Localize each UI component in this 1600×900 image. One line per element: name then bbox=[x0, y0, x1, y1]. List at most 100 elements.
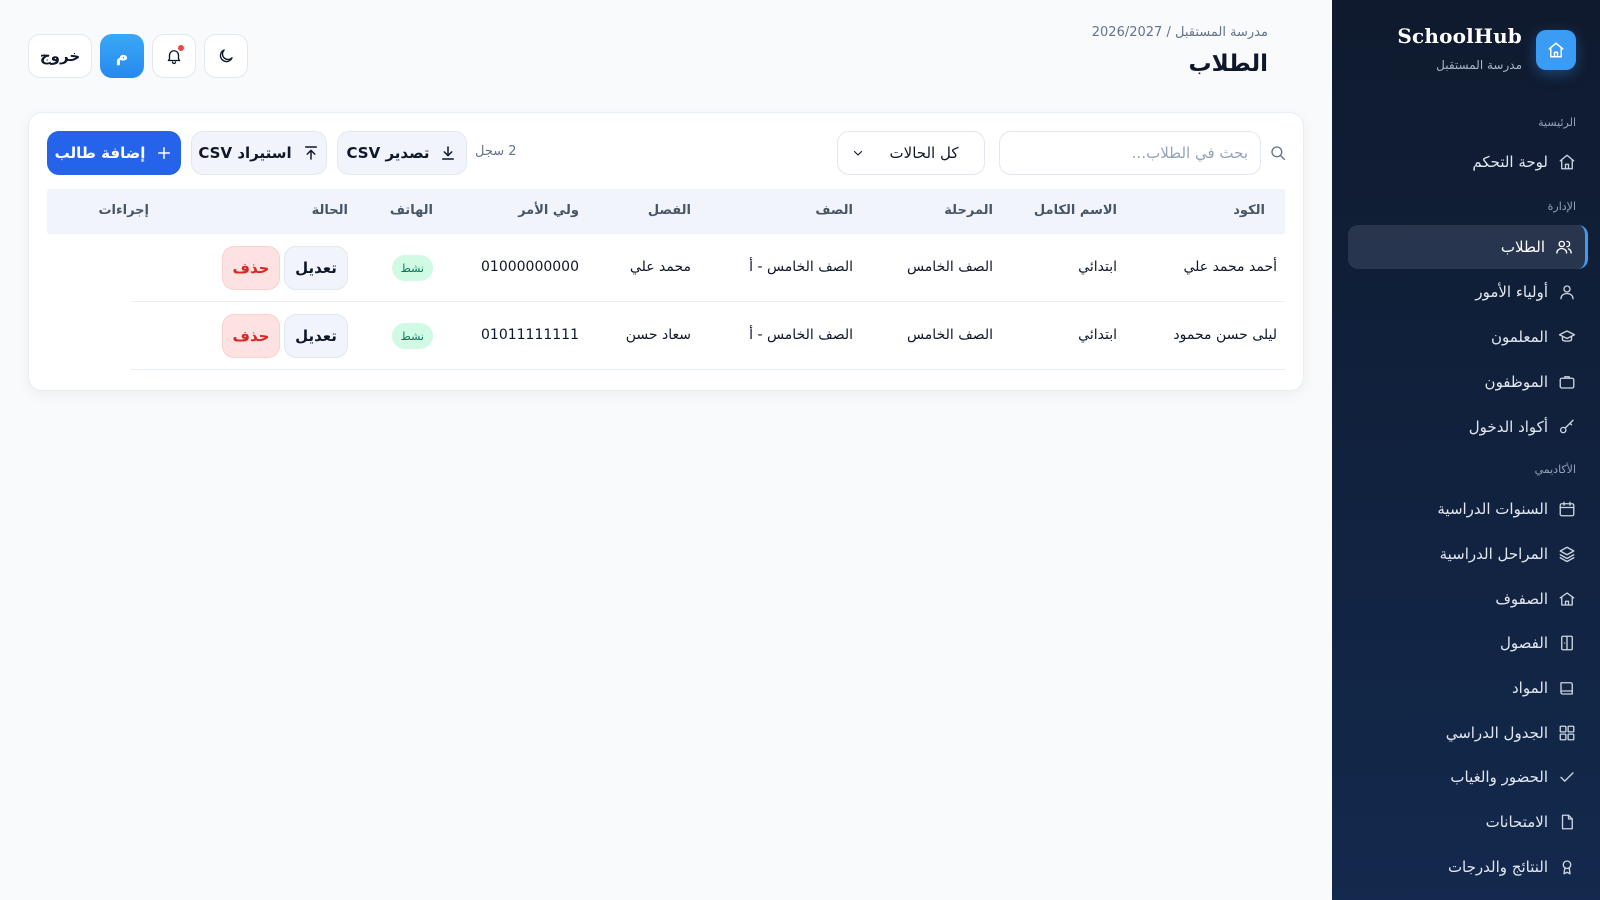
column-header-phone: الهاتف bbox=[389, 203, 433, 218]
sidebar-item-subjects[interactable]: المواد bbox=[1348, 666, 1588, 710]
column-header-grade: الصف bbox=[815, 203, 853, 218]
status-badge: نشط bbox=[391, 323, 433, 349]
students-card: كل الحالات 2 سجل تصدير CSV استيراد CSV إ… bbox=[28, 112, 1304, 391]
logout-button[interactable]: خروج bbox=[28, 34, 92, 78]
sidebar-item-label: الفصول bbox=[1500, 634, 1548, 652]
sidebar-item-label: الطلاب bbox=[1500, 238, 1545, 256]
sidebar-item-access-codes[interactable]: أكواد الدخول bbox=[1348, 405, 1588, 449]
table-row: ليلى حسن محمود ابتدائي الصف الخامس الصف … bbox=[131, 302, 1285, 370]
edit-button[interactable]: تعديل bbox=[284, 246, 348, 290]
student-phone: 01000000000 bbox=[481, 259, 579, 275]
sidebar-item-students[interactable]: الطلاب bbox=[1348, 225, 1588, 269]
sidebar-item-label: السنوات الدراسية bbox=[1437, 500, 1548, 518]
search-input[interactable] bbox=[999, 131, 1261, 175]
book-icon bbox=[1560, 682, 1573, 695]
table-header: الكود الاسم الكامل المرحلة الصف الفصل ول… bbox=[47, 189, 1285, 234]
chevron-down-icon bbox=[853, 150, 863, 156]
column-header-full-name: الاسم الكامل bbox=[1033, 203, 1117, 218]
notifications-button[interactable] bbox=[152, 34, 196, 78]
student-guardian: سعاد حسن bbox=[625, 327, 691, 343]
column-header-actions: إجراءات bbox=[98, 203, 149, 218]
sidebar-item-label: الصفوف bbox=[1495, 590, 1548, 608]
sidebar-item-attendance[interactable]: الحضور والغياب bbox=[1348, 755, 1588, 799]
student-guardian: محمد علي bbox=[629, 259, 691, 275]
sidebar-item-label: المراحل الدراسية bbox=[1439, 545, 1548, 563]
column-header-status: الحالة bbox=[311, 203, 348, 218]
brand-logo[interactable] bbox=[1536, 30, 1576, 70]
table-row: أحمد محمد علي ابتدائي الصف الخامس الصف ا… bbox=[131, 234, 1285, 302]
sidebar-item-grades[interactable]: الصفوف bbox=[1348, 577, 1588, 621]
home-icon bbox=[1548, 42, 1564, 58]
school-name: مدرسة المستقبل bbox=[1436, 58, 1522, 72]
student-grade: الصف الخامس bbox=[906, 259, 993, 275]
school-icon bbox=[1559, 592, 1575, 606]
student-phone: 01011111111 bbox=[481, 327, 579, 343]
sidebar-item-label: لوحة التحكم bbox=[1472, 153, 1548, 171]
export-csv-button[interactable]: تصدير CSV bbox=[337, 131, 467, 175]
column-header-code: الكود bbox=[1233, 203, 1265, 218]
notification-dot bbox=[178, 45, 184, 51]
sidebar-item-label: الامتحانات bbox=[1485, 813, 1548, 831]
plus-icon bbox=[158, 147, 171, 159]
student-stage: ابتدائي bbox=[1078, 327, 1117, 343]
add-student-label: إضافة طالب bbox=[54, 144, 146, 162]
moon-icon bbox=[219, 49, 233, 63]
edit-button[interactable]: تعديل bbox=[284, 314, 348, 358]
door-icon bbox=[1561, 635, 1573, 651]
delete-button[interactable]: حذف bbox=[222, 246, 280, 290]
sidebar-item-guardians[interactable]: أولياء الأمور bbox=[1348, 270, 1588, 314]
sidebar-item-dashboard[interactable]: لوحة التحكم bbox=[1348, 140, 1588, 184]
theme-toggle-button[interactable] bbox=[204, 34, 248, 78]
import-csv-button[interactable]: استيراد CSV bbox=[191, 131, 327, 175]
sidebar-item-stages[interactable]: المراحل الدراسية bbox=[1348, 532, 1588, 576]
sidebar-item-label: الجدول الدراسي bbox=[1445, 724, 1548, 742]
student-stage: ابتدائي bbox=[1078, 259, 1117, 275]
sidebar-item-staff[interactable]: الموظفون bbox=[1348, 360, 1588, 404]
sidebar: SchoolHub مدرسة المستقبل الرئيسية لوحة ا… bbox=[1332, 0, 1600, 900]
sidebar-item-label: الحضور والغياب bbox=[1450, 768, 1548, 786]
status-filter-select[interactable]: كل الحالات bbox=[837, 131, 985, 175]
sidebar-item-label: الموظفون bbox=[1484, 373, 1548, 391]
award-icon bbox=[1562, 860, 1572, 875]
search-icon bbox=[1269, 144, 1287, 162]
add-student-button[interactable]: إضافة طالب bbox=[47, 131, 181, 175]
sidebar-item-label: المعلمون bbox=[1490, 328, 1548, 346]
avatar[interactable]: م bbox=[100, 34, 144, 78]
home-icon bbox=[1559, 154, 1575, 170]
sidebar-item-academic-years[interactable]: السنوات الدراسية bbox=[1348, 487, 1588, 531]
user-icon bbox=[1560, 285, 1574, 300]
users-icon bbox=[1556, 240, 1572, 254]
download-icon bbox=[442, 146, 455, 160]
layers-icon bbox=[1559, 546, 1575, 563]
student-class: الصف الخامس - أ bbox=[749, 327, 853, 343]
sidebar-item-label: النتائج والدرجات bbox=[1447, 858, 1548, 876]
briefcase-icon bbox=[1559, 376, 1575, 389]
status-filter-value: كل الحالات bbox=[889, 144, 959, 162]
student-grade: الصف الخامس bbox=[906, 327, 993, 343]
page-title: الطلاب bbox=[1188, 51, 1268, 77]
key-icon bbox=[1559, 419, 1574, 434]
sidebar-item-timetable[interactable]: الجدول الدراسي bbox=[1348, 711, 1588, 755]
sidebar-item-classes[interactable]: الفصول bbox=[1348, 621, 1588, 665]
sidebar-item-teachers[interactable]: المعلمون bbox=[1348, 315, 1588, 359]
record-count: 2 سجل bbox=[475, 144, 517, 159]
sidebar-item-results[interactable]: النتائج والدرجات bbox=[1348, 845, 1588, 889]
sidebar-item-label: أكواد الدخول bbox=[1468, 418, 1548, 436]
column-header-stage: المرحلة bbox=[944, 203, 993, 218]
check-icon bbox=[1560, 772, 1574, 782]
search-box bbox=[999, 131, 1287, 175]
graduation-cap-icon bbox=[1558, 330, 1576, 342]
app-name: SchoolHub bbox=[1397, 24, 1522, 48]
grid-icon bbox=[1559, 725, 1575, 741]
calendar-icon bbox=[1559, 501, 1575, 517]
delete-button[interactable]: حذف bbox=[222, 314, 280, 358]
breadcrumb: مدرسة المستقبل / 2026/2027 bbox=[1091, 25, 1268, 40]
column-header-class: الفصل bbox=[647, 203, 691, 218]
brand: SchoolHub مدرسة المستقبل bbox=[1356, 24, 1576, 80]
export-csv-label: تصدير CSV bbox=[346, 144, 430, 162]
upload-icon bbox=[304, 146, 317, 160]
student-name: ليلى حسن محمود bbox=[1173, 327, 1277, 343]
sidebar-item-exams[interactable]: الامتحانات bbox=[1348, 800, 1588, 844]
import-csv-label: استيراد CSV bbox=[198, 144, 292, 162]
student-class: الصف الخامس - أ bbox=[749, 259, 853, 275]
